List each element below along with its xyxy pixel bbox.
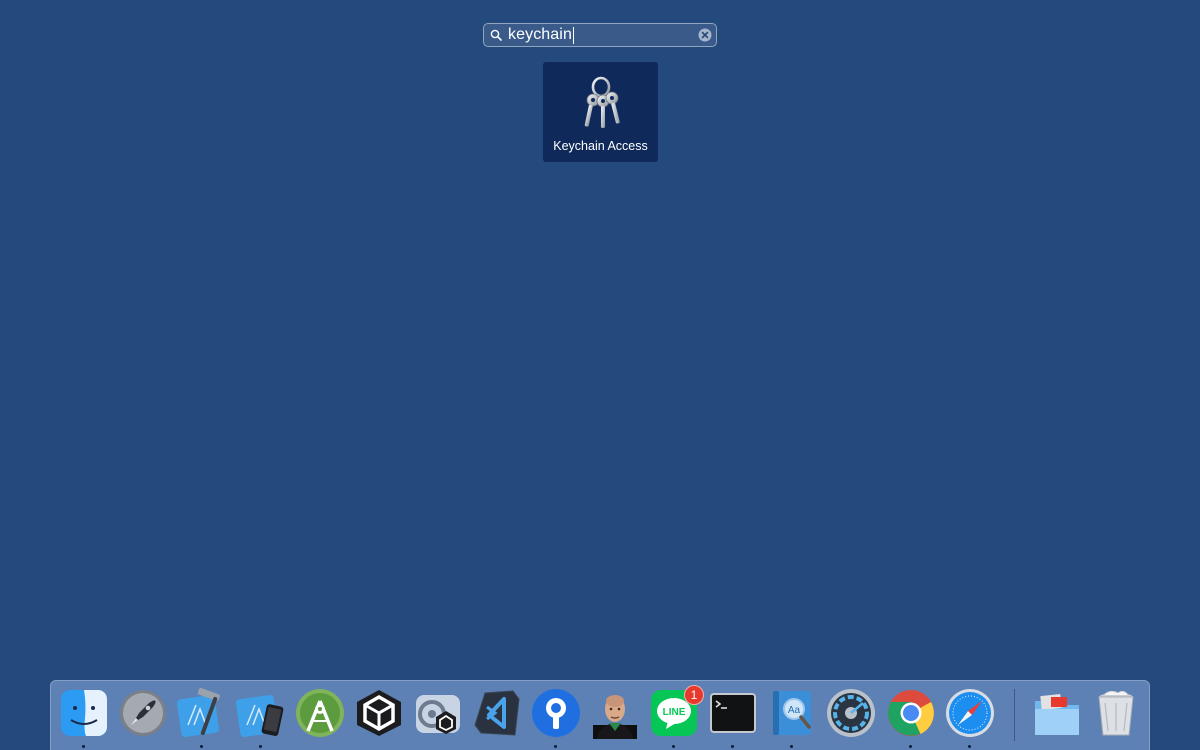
running-indicator (554, 745, 557, 748)
search-input[interactable]: keychain (508, 24, 694, 46)
dock-item-chrome[interactable] (885, 687, 937, 748)
dock-item-safari[interactable] (944, 687, 996, 748)
dock-item-disk-utility[interactable] (825, 687, 877, 739)
running-indicator (672, 745, 675, 748)
launchpad-search-field[interactable]: keychain (483, 23, 717, 47)
keychain-access-icon (575, 74, 627, 134)
notification-badge: 1 (684, 685, 704, 705)
disk-utility-icon (827, 689, 875, 737)
simulator-icon (236, 695, 284, 737)
running-indicator (790, 745, 793, 748)
dock-item-xcode[interactable] (176, 687, 228, 748)
dock-item-profile[interactable] (589, 687, 641, 739)
running-indicator (968, 745, 971, 748)
unity-icon (357, 690, 401, 736)
search-result-keychain-access[interactable]: Keychain Access (543, 62, 658, 162)
result-label: Keychain Access (553, 139, 648, 153)
dock-item-unity[interactable] (353, 687, 405, 739)
svg-text:Aa: Aa (788, 705, 801, 716)
dock-item-simulator[interactable] (235, 687, 287, 748)
trash-icon (1098, 690, 1134, 736)
dock-item-terminal[interactable] (707, 687, 759, 748)
dock-separator (1014, 689, 1015, 741)
unity-hub-icon (416, 695, 460, 734)
folder-icon (1035, 693, 1079, 735)
running-indicator (200, 745, 203, 748)
chrome-icon (888, 690, 934, 736)
dock-item-line[interactable]: LINE 1 (648, 685, 704, 748)
running-indicator (731, 745, 734, 748)
dock-stack-trash[interactable] (1090, 687, 1142, 739)
dock-item-sourcetree[interactable] (530, 687, 582, 748)
text-caret (572, 26, 574, 44)
clear-search-icon[interactable] (694, 24, 716, 46)
dock-item-finder[interactable] (58, 687, 110, 748)
search-query-text: keychain (508, 26, 572, 43)
dock-item-vscode[interactable] (471, 687, 523, 739)
svg-text:LINE: LINE (663, 707, 686, 718)
vscode-icon (474, 690, 520, 736)
dictionary-icon: Aa (773, 691, 811, 735)
launchpad-icon (120, 690, 166, 736)
running-indicator (82, 745, 85, 748)
safari-icon (946, 689, 994, 737)
dock: LINE 1 Aa (50, 680, 1150, 750)
dock-item-android-studio[interactable] (294, 687, 346, 739)
sourcetree-icon (532, 689, 580, 737)
dock-stack-downloads[interactable] (1031, 687, 1083, 739)
terminal-icon (710, 693, 756, 733)
search-icon (484, 24, 508, 46)
finder-icon (61, 690, 107, 736)
dock-item-unity-hub[interactable] (412, 687, 464, 739)
xcode-icon (177, 687, 220, 737)
dock-item-launchpad[interactable] (117, 687, 169, 739)
profile-photo-icon (593, 695, 637, 739)
running-indicator (909, 745, 912, 748)
android-studio-icon (296, 689, 344, 737)
dock-item-dictionary[interactable]: Aa (766, 687, 818, 748)
running-indicator (259, 745, 262, 748)
